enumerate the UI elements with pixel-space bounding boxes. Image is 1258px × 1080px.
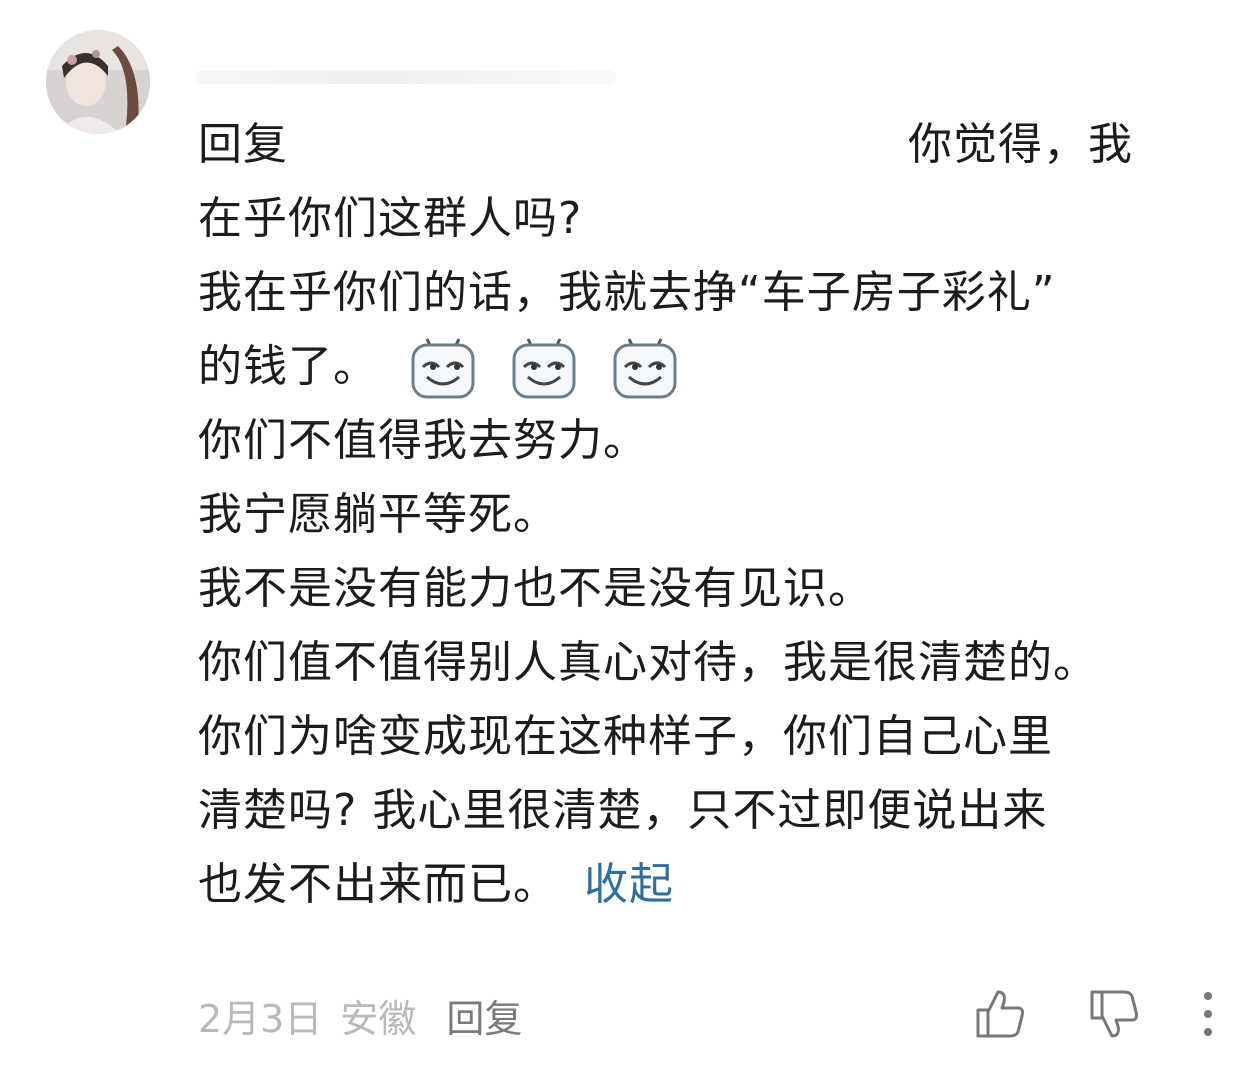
thumbs-up-icon[interactable] [972, 986, 1028, 1042]
comment-line: 回复 你觉得，我 [198, 108, 1228, 182]
comment-line-text: 你们值不值得别人真心对待，我是很清楚的。 [198, 637, 1098, 688]
comment-line: 我在乎你们的话，我就去挣“车子房子彩礼” [198, 256, 1228, 330]
comment-date: 2月3日 [198, 997, 323, 1041]
grin-emoji-icon [411, 338, 475, 399]
comment-line: 你们不值得我去努力。 [198, 404, 1228, 478]
comment-line-text: 我不是没有能力也不是没有见识。 [198, 563, 873, 614]
comment-line-text: 我在乎你们的话，我就去挣“车子房子彩礼” [198, 267, 1056, 318]
comment-location: 安徽 [340, 997, 417, 1041]
thumbs-down-icon[interactable] [1086, 986, 1142, 1042]
comment-line-text: 的钱了。 [198, 341, 378, 392]
comment-body: 回复 你觉得，我 在乎你们这群人吗? 我在乎你们的话，我就去挣“车子房子彩礼” 的… [198, 108, 1228, 922]
grin-emoji-icon [613, 338, 677, 399]
reply-prefix: 回复 [198, 119, 288, 170]
comment-line: 的钱了。 [198, 330, 1228, 404]
reply-button[interactable]: 回复 [446, 997, 522, 1041]
comment-line-text: 清楚吗? 我心里很清楚，只不过即便说出来 [198, 785, 1048, 836]
comment-line-text: 在乎你们这群人吗? [198, 193, 583, 244]
comment-line-text: 我宁愿躺平等死。 [198, 489, 558, 540]
comment-line-text: 你们不值得我去努力。 [198, 415, 648, 466]
more-options-icon[interactable] [1196, 986, 1220, 1042]
username-redacted [196, 70, 616, 84]
comment-line: 也发不出来而已。 收起 [198, 848, 1228, 922]
user-avatar[interactable] [46, 30, 150, 134]
comment-line: 你们值不值得别人真心对待，我是很清楚的。 [198, 626, 1228, 700]
comment-line: 清楚吗? 我心里很清楚，只不过即便说出来 [198, 774, 1228, 848]
comment-line-text: 你觉得，我 [908, 119, 1133, 170]
grin-emoji-icon [512, 338, 576, 399]
comment-line-text: 也发不出来而已。 [198, 859, 558, 910]
comment-line: 你们为啥变成现在这种样子，你们自己心里 [198, 700, 1228, 774]
comment-meta: 2月3日 安徽 回复 [198, 988, 522, 1043]
comment-line-text: 你们为啥变成现在这种样子，你们自己心里 [198, 711, 1053, 762]
comment-line: 我不是没有能力也不是没有见识。 [198, 552, 1228, 626]
comment-line: 我宁愿躺平等死。 [198, 478, 1228, 552]
comment-line: 在乎你们这群人吗? [198, 182, 1228, 256]
collapse-link[interactable]: 收起 [584, 859, 674, 910]
